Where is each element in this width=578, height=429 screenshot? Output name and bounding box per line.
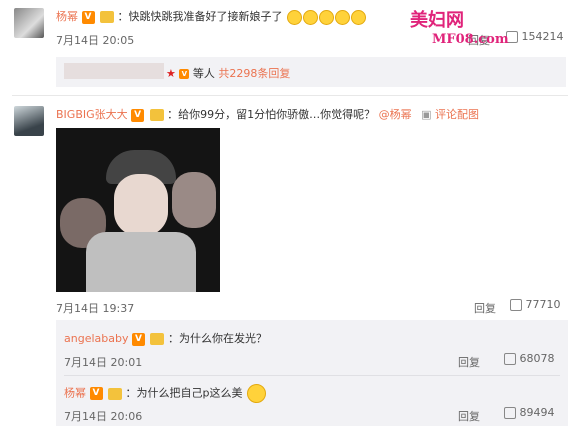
like-count: 89494 [519, 406, 555, 419]
verified-badge-icon: V [179, 69, 190, 79]
timestamp: 7月14日 19:37 [56, 302, 135, 315]
verified-badge-icon: V [131, 332, 145, 346]
thumbs-up-icon [510, 299, 522, 311]
reply-button[interactable]: 回复 [474, 300, 496, 316]
timestamp: 7月14日 20:05 [56, 34, 135, 47]
crown-icon [100, 11, 114, 23]
like-count: 154214 [521, 30, 564, 43]
divider [64, 375, 560, 376]
thumbs-up-icon [504, 407, 516, 419]
watermark-title: 美妇网 [410, 10, 464, 31]
comment-image[interactable] [56, 128, 220, 292]
face-shape [172, 172, 216, 228]
reply-text: ：为什么你在发光？ [167, 332, 267, 345]
smile-emoji-icon [246, 384, 266, 403]
crown-icon [149, 109, 164, 121]
like-count: 77710 [525, 298, 561, 311]
crown-icon [150, 333, 165, 345]
like-button[interactable]: 89494 [504, 406, 555, 419]
timestamp: 7月14日 20:06 [64, 410, 143, 423]
shirt-shape [86, 232, 196, 292]
star-icon: ★ [166, 67, 176, 80]
emoji-icon [303, 9, 318, 25]
crown-icon [108, 387, 122, 400]
emoji-icon [287, 9, 302, 25]
username[interactable]: 杨幂 [64, 387, 86, 400]
emoji-icon [335, 9, 350, 25]
username[interactable]: 杨幂 [56, 10, 78, 23]
replies-box: angelababy V ：为什么你在发光？ 7月14日 20:01 回复 68… [56, 320, 568, 426]
face-shape [114, 174, 168, 236]
timestamp: 7月14日 20:01 [64, 356, 143, 369]
username[interactable]: angelababy [64, 332, 128, 345]
reply-summary[interactable]: ★ V 等人 共2298条回复 [56, 57, 566, 87]
divider [12, 95, 568, 96]
blurred-avatars [64, 63, 164, 79]
reply-count-link[interactable]: 共2298条回复 [218, 67, 290, 80]
comment-pic-link[interactable]: 评论配图 [435, 108, 479, 121]
reply-button[interactable]: 回复 [458, 354, 480, 370]
watermark-sub: MF08.com [432, 32, 509, 47]
comment-text: ：给你99分，留1分怕你骄傲…你觉得呢？ [167, 108, 376, 121]
verified-badge-icon: V [131, 108, 145, 122]
verified-badge-icon: V [81, 10, 95, 24]
reply-button[interactable]: 回复 [458, 408, 480, 424]
verified-badge-icon: V [89, 387, 103, 400]
mention-link[interactable]: @杨幂 [379, 108, 412, 121]
thumbs-up-icon [504, 353, 516, 365]
reply-text: ：为什么把自己p这么美 [125, 386, 243, 400]
avatar[interactable] [14, 106, 44, 136]
emoji-icon [319, 9, 334, 25]
image-icon: ▣ [421, 108, 432, 121]
username[interactable]: BIGBIG张大大 [56, 108, 128, 121]
emoji-icon [351, 9, 366, 25]
like-button[interactable]: 154214 [506, 30, 564, 43]
watermark-logo: 美妇网 [410, 6, 464, 32]
like-button[interactable]: 77710 [510, 298, 561, 311]
comment-text: ：快跳快跳我准备好了接新娘子了 [117, 10, 283, 23]
like-button[interactable]: 68078 [504, 352, 555, 365]
avatar[interactable] [14, 8, 44, 38]
summary-suffix: 等人 [192, 67, 215, 80]
like-count: 68078 [519, 352, 555, 365]
